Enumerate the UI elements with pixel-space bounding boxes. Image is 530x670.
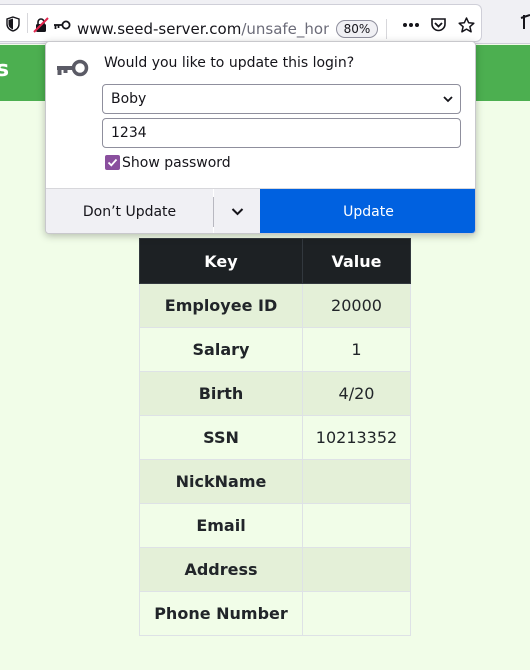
table-row: Salary 1 — [139, 327, 411, 372]
key-icon — [57, 59, 89, 77]
row-value: 1 — [302, 327, 411, 372]
url-domain: www.seed-server.com — [77, 20, 242, 38]
chevron-down-icon — [443, 96, 453, 103]
row-value: 4/20 — [302, 371, 411, 416]
row-value — [302, 547, 411, 592]
employee-table: Key Value Employee ID 20000 Salary 1 Bir… — [139, 238, 411, 636]
table-row: Phone Number — [139, 591, 411, 636]
row-value — [302, 459, 411, 504]
pocket-icon[interactable] — [430, 17, 447, 33]
username-select[interactable]: Boby — [102, 84, 461, 114]
table-row: NickName — [139, 459, 411, 504]
table-header-row: Key Value — [139, 238, 411, 284]
zoom-level-badge[interactable]: 80% — [336, 20, 378, 38]
shield-icon[interactable] — [6, 16, 20, 32]
row-key: Employee ID — [139, 283, 303, 328]
key-icon[interactable] — [53, 19, 71, 31]
checkmark-icon — [107, 158, 118, 167]
url-text[interactable]: www.seed-server.com/unsafe_home — [77, 20, 329, 38]
row-key: Phone Number — [139, 591, 303, 636]
row-value: 20000 — [302, 283, 411, 328]
browser-toolbar: www.seed-server.com/unsafe_home 80% — [0, 0, 530, 44]
table-row: Address — [139, 547, 411, 592]
more-options-button[interactable] — [214, 189, 260, 233]
url-field[interactable]: www.seed-server.com/unsafe_home 80% — [0, 4, 482, 42]
row-key: SSN — [139, 415, 303, 460]
more-actions-icon[interactable] — [402, 22, 420, 28]
row-key: Birth — [139, 371, 303, 416]
row-key: Email — [139, 503, 303, 548]
row-value: 10213352 — [302, 415, 411, 460]
url-path: /unsafe_home — [241, 20, 329, 38]
popup-title: Would you like to update this login? — [104, 55, 355, 71]
extension-icon[interactable] — [520, 14, 530, 30]
row-value — [302, 591, 411, 636]
bookmark-star-icon[interactable] — [458, 17, 475, 33]
toolbar-divider — [386, 19, 387, 39]
table-row: Employee ID 20000 — [139, 283, 411, 328]
row-value — [302, 503, 411, 548]
update-button[interactable]: Update — [260, 189, 475, 233]
table-row: SSN 10213352 — [139, 415, 411, 460]
chevron-down-icon — [231, 208, 244, 216]
insecure-lock-icon[interactable] — [33, 17, 49, 33]
update-login-popup: Would you like to update this login? Bob… — [45, 41, 476, 234]
show-password-checkbox[interactable] — [105, 155, 120, 170]
column-header-value: Value — [302, 238, 411, 284]
password-input[interactable]: 1234 — [102, 118, 461, 148]
row-key: Salary — [139, 327, 303, 372]
dont-update-button[interactable]: Don’t Update — [46, 189, 213, 233]
username-value: Boby — [111, 91, 147, 107]
table-row: Birth 4/20 — [139, 371, 411, 416]
row-key: Address — [139, 547, 303, 592]
site-header-text: s — [0, 57, 10, 82]
show-password-label[interactable]: Show password — [122, 155, 231, 171]
toolbar-divider — [27, 13, 28, 33]
column-header-key: Key — [139, 238, 303, 284]
popup-footer: Don’t Update Update — [46, 188, 475, 233]
table-row: Email — [139, 503, 411, 548]
row-key: NickName — [139, 459, 303, 504]
